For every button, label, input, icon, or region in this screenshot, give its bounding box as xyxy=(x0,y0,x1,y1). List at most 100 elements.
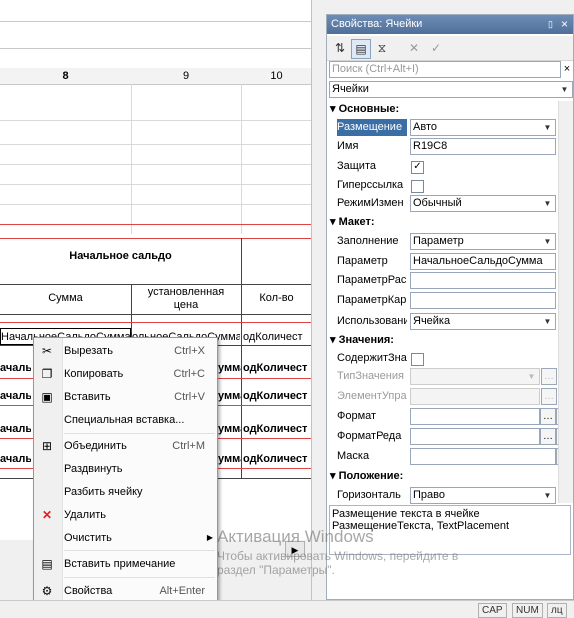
sort-az-icon[interactable]: ⇅ xyxy=(331,39,349,57)
splitter[interactable] xyxy=(312,0,326,600)
prop-usage-value[interactable]: Ячейка ▼ xyxy=(410,313,556,330)
cell-qty[interactable]: одКоличест xyxy=(243,362,311,374)
properties-toolbar: ⇅ ▤ ⧖ ✕ ✓ xyxy=(327,36,573,61)
hyperlink-checkbox[interactable] xyxy=(411,180,424,193)
clear-search-icon[interactable]: × xyxy=(561,61,573,78)
value-text: Авто xyxy=(413,121,437,133)
prop-mask-value[interactable] xyxy=(410,448,556,465)
cancel-icon[interactable]: ✕ xyxy=(405,39,423,57)
menu-item-clear[interactable]: Очистить ▶ xyxy=(34,528,217,548)
prop-paramdecode-value[interactable] xyxy=(410,272,556,289)
prop-contains-label: СодержитЗна xyxy=(337,352,407,364)
menu-item-spread[interactable]: Раздвинуть xyxy=(34,459,217,479)
prop-control-value xyxy=(410,388,540,405)
apply-icon[interactable]: ✓ xyxy=(427,39,445,57)
menu-item-properties[interactable]: ⚙ Свойства Alt+Enter xyxy=(34,581,217,601)
header-sum[interactable]: Сумма xyxy=(0,292,131,304)
prop-mask-label: Маска xyxy=(337,450,370,462)
scissors-icon: ✂ xyxy=(41,344,53,358)
menu-item-merge[interactable]: ⊞ Объединить Ctrl+M xyxy=(34,436,217,456)
prop-horizontal-label: Горизонталь xyxy=(337,489,401,501)
properties-panel: Свойства: Ячейки ▯ × ⇅ ▤ ⧖ ✕ ✓ Поиск (Ct… xyxy=(326,14,574,600)
gridline xyxy=(0,184,311,185)
menu-label: Вставить xyxy=(64,391,111,403)
value-text: Ячейка xyxy=(413,315,451,327)
cell-sum[interactable]: ачальн xyxy=(0,453,31,465)
prop-format-label: Формат xyxy=(337,410,377,422)
section-label: Значения: xyxy=(338,334,394,346)
search-placeholder: Поиск (Ctrl+Alt+I) xyxy=(332,63,419,75)
cell-sum[interactable]: ачальн xyxy=(0,390,31,402)
chevron-down-icon: ▼ xyxy=(543,237,552,246)
value-text: Право xyxy=(413,489,445,501)
menu-item-split-cell[interactable]: Разбить ячейку xyxy=(34,482,217,502)
menu-item-insert-note[interactable]: ▤ Вставить примечание xyxy=(34,554,217,574)
contains-checkbox[interactable] xyxy=(411,353,424,366)
menu-label: Разбить ячейку xyxy=(64,486,143,498)
section-position[interactable]: ▾ Положение: xyxy=(330,468,403,484)
header-price[interactable]: установленная цена xyxy=(131,286,241,314)
cell-qty[interactable]: одКоличест xyxy=(243,331,311,343)
chevron-down-icon: ▼ xyxy=(543,317,552,326)
menu-item-delete[interactable]: ✕ Удалить xyxy=(34,505,217,525)
cell-qty[interactable]: одКоличест xyxy=(243,390,311,402)
prop-parammap-value[interactable] xyxy=(410,292,556,309)
chevron-down-icon: ▼ xyxy=(543,491,552,500)
extra-indicator: лц xyxy=(547,603,567,618)
chevron-down-icon: ▼ xyxy=(560,85,569,94)
prop-name-value[interactable]: R19C8 xyxy=(410,138,556,155)
menu-label: Специальная вставка... xyxy=(64,414,185,426)
prop-fill-value[interactable]: Параметр ▼ xyxy=(410,233,556,250)
properties-scrollbar[interactable] xyxy=(558,101,573,503)
prop-hyperlink-label: Гиперссылка xyxy=(337,179,404,191)
prop-param-value[interactable]: НачальноеСальдоСумма xyxy=(410,253,556,270)
context-menu: ✂ Вырезать Ctrl+X ❐ Копировать Ctrl+C ▣ Встав… xyxy=(33,337,218,605)
cell-border xyxy=(241,238,242,478)
section-values[interactable]: ▾ Значения: xyxy=(330,332,394,348)
prop-editformat-value[interactable] xyxy=(410,428,540,445)
prop-format-value[interactable] xyxy=(410,408,540,425)
filter-icon[interactable]: ⧖ xyxy=(373,39,391,57)
prop-horizontal-value[interactable]: Право ▼ xyxy=(410,487,556,504)
menu-item-cut[interactable]: ✂ Вырезать Ctrl+X xyxy=(34,341,217,361)
close-icon[interactable]: × xyxy=(561,15,568,34)
header-qty[interactable]: Кол-во xyxy=(241,292,311,304)
prop-placement-label[interactable]: Размещение xyxy=(337,119,407,136)
prop-valuetype-label: ТипЗначения xyxy=(337,370,404,382)
menu-item-paste[interactable]: ▣ Вставить Ctrl+V xyxy=(34,387,217,407)
prop-placement-value[interactable]: Авто ▼ xyxy=(410,119,556,136)
chevron-down-icon: ▼ xyxy=(543,123,552,132)
editformat-more-button[interactable]: … xyxy=(540,428,556,445)
section-basic[interactable]: ▾ Основные: xyxy=(330,101,399,117)
gridline xyxy=(0,120,311,121)
cell-price[interactable]: умма> xyxy=(218,453,241,465)
menu-item-copy[interactable]: ❐ Копировать Ctrl+C xyxy=(34,364,217,384)
cell-price[interactable]: умма> xyxy=(218,390,241,402)
value-text: Параметр xyxy=(413,235,464,247)
object-select[interactable]: Ячейки ▼ xyxy=(329,81,573,98)
section-layout[interactable]: ▾ Макет: xyxy=(330,214,375,230)
properties-title-bar: Свойства: Ячейки ▯ × xyxy=(327,15,573,34)
menu-label: Копировать xyxy=(64,368,124,380)
panel-title: Свойства: Ячейки xyxy=(331,18,423,30)
pin-icon[interactable]: ▯ xyxy=(548,15,553,34)
search-input[interactable]: Поиск (Ctrl+Alt+I) xyxy=(329,61,561,78)
cell-price[interactable]: умма> xyxy=(218,362,241,374)
prop-editmode-value[interactable]: Обычный ▼ xyxy=(410,195,556,212)
cell-sum[interactable]: ачальн xyxy=(0,362,31,374)
column-header-8[interactable]: 8 xyxy=(0,68,132,85)
protect-checkbox[interactable]: ✓ xyxy=(411,161,424,174)
categories-icon[interactable]: ▤ xyxy=(351,39,371,59)
prop-param-label: Параметр xyxy=(337,255,388,267)
cell-sum[interactable]: ачальн xyxy=(0,423,31,435)
menu-item-paste-special[interactable]: Специальная вставка... xyxy=(34,410,217,430)
format-more-button[interactable]: … xyxy=(540,408,556,425)
cell-qty[interactable]: одКоличест xyxy=(243,453,311,465)
column-header-10[interactable]: 10 xyxy=(241,68,311,85)
cell-price[interactable]: умма> xyxy=(218,423,241,435)
header-initial-balance[interactable]: Начальное сальдо xyxy=(0,250,241,262)
column-header-9[interactable]: 9 xyxy=(131,68,242,85)
cell-qty[interactable]: одКоличест xyxy=(243,423,311,435)
menu-label: Удалить xyxy=(64,509,106,521)
caps-indicator: CAP xyxy=(478,603,507,618)
